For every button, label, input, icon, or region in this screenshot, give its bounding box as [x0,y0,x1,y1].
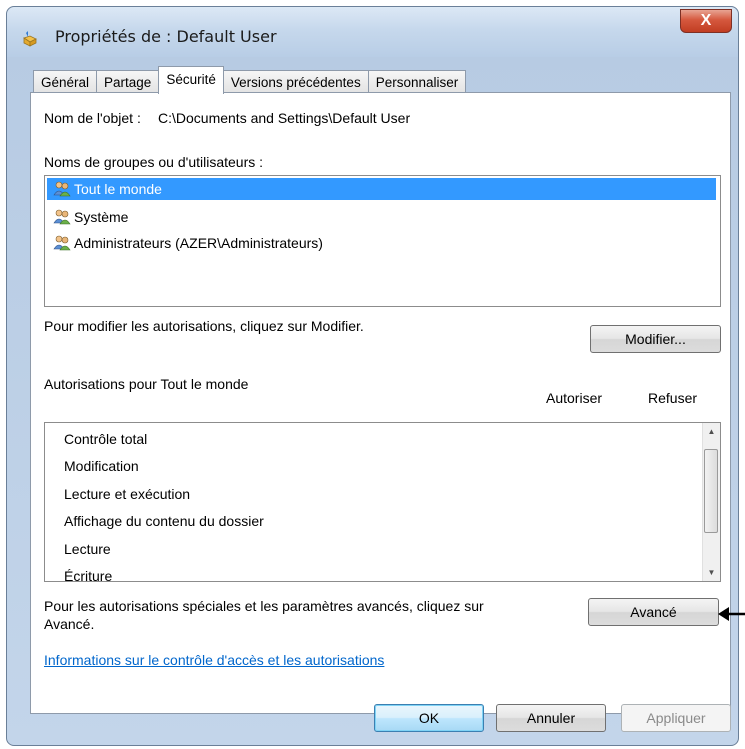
scroll-up-icon[interactable]: ▲ [703,423,720,440]
scroll-down-icon[interactable]: ▼ [703,564,720,581]
ok-button[interactable]: OK [374,704,484,732]
list-item-label: Tout le monde [74,181,162,197]
permission-row: Écriture [64,568,113,582]
close-button[interactable]: X [680,9,732,33]
permission-row: Affichage du contenu du dossier [64,513,264,529]
groups-listbox[interactable]: Tout le monde Système Administrateurs (A… [44,175,721,307]
scrollbar-thumb[interactable] [704,449,718,533]
permission-row: Modification [64,458,139,474]
tab-general[interactable]: Général [33,70,98,94]
permission-row: Contrôle total [64,431,148,447]
advanced-button[interactable]: Avancé [588,598,719,626]
users-icon [53,181,71,197]
modify-hint: Pour modifier les autorisations, cliquez… [44,318,364,334]
tab-security[interactable]: Sécurité [158,66,224,94]
modify-button-label: Modifier... [625,331,686,347]
permissions-scrollbar[interactable]: ▲ ▼ [702,423,720,581]
pointer-arrow-icon [718,607,745,621]
close-icon: X [700,12,712,29]
tab-customize[interactable]: Personnaliser [367,70,467,94]
permission-row: Lecture [64,541,111,557]
apply-button[interactable]: Appliquer [621,704,731,732]
cancel-button[interactable]: Annuler [496,704,606,732]
column-deny: Refuser [648,390,698,406]
modify-button[interactable]: Modifier... [590,325,721,353]
list-item-label: Administrateurs (AZER\Administrateurs) [74,235,323,251]
permissions-list[interactable]: Contrôle total Modification Lecture et e… [44,422,721,582]
permissions-label: Autorisations pour Tout le monde [44,376,249,392]
tab-sharing[interactable]: Partage [96,70,160,94]
users-icon [53,235,71,251]
tab-strip: Général Partage Sécurité Versions précéd… [33,66,467,94]
column-allow: Autoriser [546,390,603,406]
list-item[interactable]: Tout le monde [47,178,716,200]
permission-row: Lecture et exécution [64,486,191,502]
groups-label: Noms de groupes ou d'utilisateurs : [44,154,264,170]
list-item[interactable]: Système [53,206,128,228]
tab-previous-versions[interactable]: Versions précédentes [222,70,369,94]
object-name-label: Nom de l'objet : [44,110,141,126]
access-control-info-link[interactable]: Informations sur le contrôle d'accès et … [44,652,384,668]
advanced-hint-line1: Pour les autorisations spéciales et les … [44,598,484,614]
cancel-button-label: Annuler [526,710,576,726]
advanced-hint-line2: Avancé. [44,616,95,632]
list-item[interactable]: Administrateurs (AZER\Administrateurs) [53,232,323,254]
users-icon [53,209,71,225]
title-bar[interactable]: Propriétés de : Default User X [7,7,738,57]
object-name-value: C:\Documents and Settings\Default User [158,110,411,126]
list-item-label: Système [74,209,129,225]
window-title: Propriétés de : Default User [55,27,277,46]
advanced-button-label: Avancé [630,604,677,620]
apply-button-label: Appliquer [646,710,706,726]
folder-icon [23,31,37,47]
ok-button-label: OK [418,710,440,726]
